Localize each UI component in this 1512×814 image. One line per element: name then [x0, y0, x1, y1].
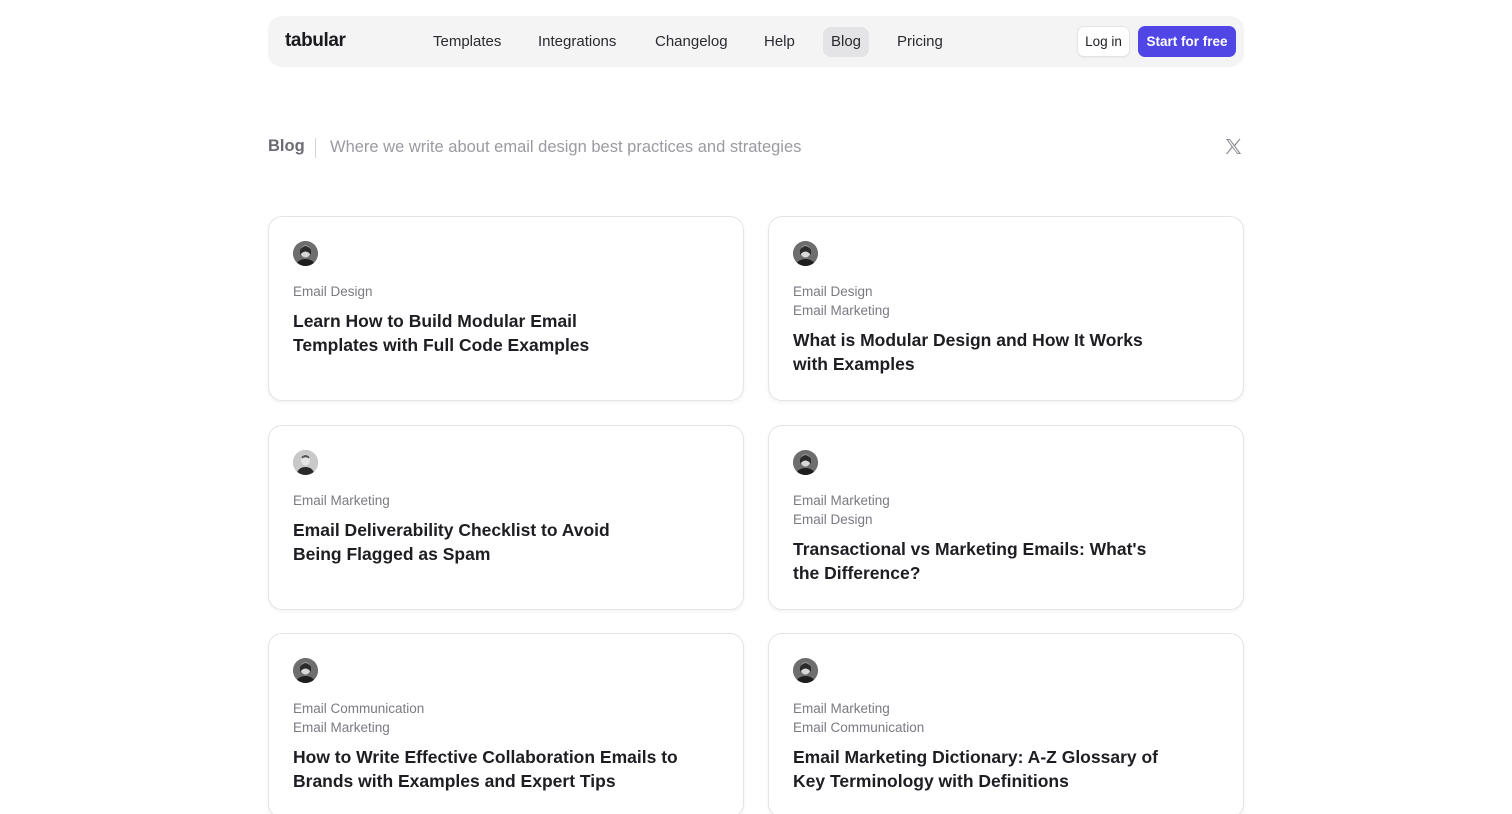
post-tag[interactable]: Email Marketing — [793, 699, 924, 718]
post-tag[interactable]: Email Design — [793, 282, 890, 301]
post-title[interactable]: Transactional vs Marketing Emails: What'… — [793, 537, 1153, 585]
start-for-free-button[interactable]: Start for free — [1138, 26, 1236, 57]
post-tag[interactable]: Email Marketing — [793, 491, 890, 510]
post-tags: Email Marketing Email Design — [793, 491, 890, 529]
author-avatar — [293, 658, 318, 683]
post-title[interactable]: What is Modular Design and How It Works … — [793, 328, 1153, 376]
blog-post-card[interactable]: Email Marketing Email Communication Emai… — [768, 633, 1244, 814]
post-tag[interactable]: Email Design — [793, 510, 890, 529]
login-button[interactable]: Log in — [1077, 26, 1130, 57]
x-icon[interactable] — [1224, 137, 1243, 156]
nav-link-integrations[interactable]: Integrations — [530, 27, 624, 57]
post-title[interactable]: How to Write Effective Collaboration Ema… — [293, 745, 693, 793]
post-tags: Email Communication Email Marketing — [293, 699, 424, 737]
page-tagline: Where we write about email design best p… — [330, 138, 802, 156]
nav-link-pricing[interactable]: Pricing — [889, 27, 951, 57]
post-tags: Email Design Email Marketing — [793, 282, 890, 320]
post-title[interactable]: Learn How to Build Modular Email Templat… — [293, 309, 653, 357]
blog-post-card[interactable]: Email Design Email Marketing What is Mod… — [768, 216, 1244, 401]
author-avatar — [793, 241, 818, 266]
nav-link-changelog[interactable]: Changelog — [647, 27, 736, 57]
blog-post-card[interactable]: Email Marketing Email Deliverability Che… — [268, 425, 744, 610]
author-avatar — [293, 450, 318, 475]
page-title: Blog — [268, 137, 305, 155]
tabular-logo[interactable]: tabular — [285, 30, 346, 52]
top-navbar: tabular Templates Integrations Changelog… — [268, 16, 1244, 67]
blog-post-card[interactable]: Email Communication Email Marketing How … — [268, 633, 744, 814]
author-avatar — [793, 658, 818, 683]
post-title[interactable]: Email Deliverability Checklist to Avoid … — [293, 518, 653, 566]
post-tag[interactable]: Email Design — [293, 282, 373, 301]
post-tags: Email Marketing Email Communication — [793, 699, 924, 737]
author-avatar — [793, 450, 818, 475]
nav-link-templates[interactable]: Templates — [425, 27, 509, 57]
author-avatar — [293, 241, 318, 266]
post-title[interactable]: Email Marketing Dictionary: A-Z Glossary… — [793, 745, 1173, 793]
header-divider — [315, 138, 316, 158]
post-tag[interactable]: Email Communication — [793, 718, 924, 737]
post-tags: Email Design — [293, 282, 373, 301]
post-tag[interactable]: Email Marketing — [293, 491, 390, 510]
post-tags: Email Marketing — [293, 491, 390, 510]
nav-link-blog[interactable]: Blog — [823, 27, 870, 57]
blog-post-card[interactable]: Email Design Learn How to Build Modular … — [268, 216, 744, 401]
blog-post-card[interactable]: Email Marketing Email Design Transaction… — [768, 425, 1244, 610]
post-tag[interactable]: Email Communication — [293, 699, 424, 718]
post-tag[interactable]: Email Marketing — [293, 718, 424, 737]
post-tag[interactable]: Email Marketing — [793, 301, 890, 320]
nav-link-help[interactable]: Help — [756, 27, 803, 57]
